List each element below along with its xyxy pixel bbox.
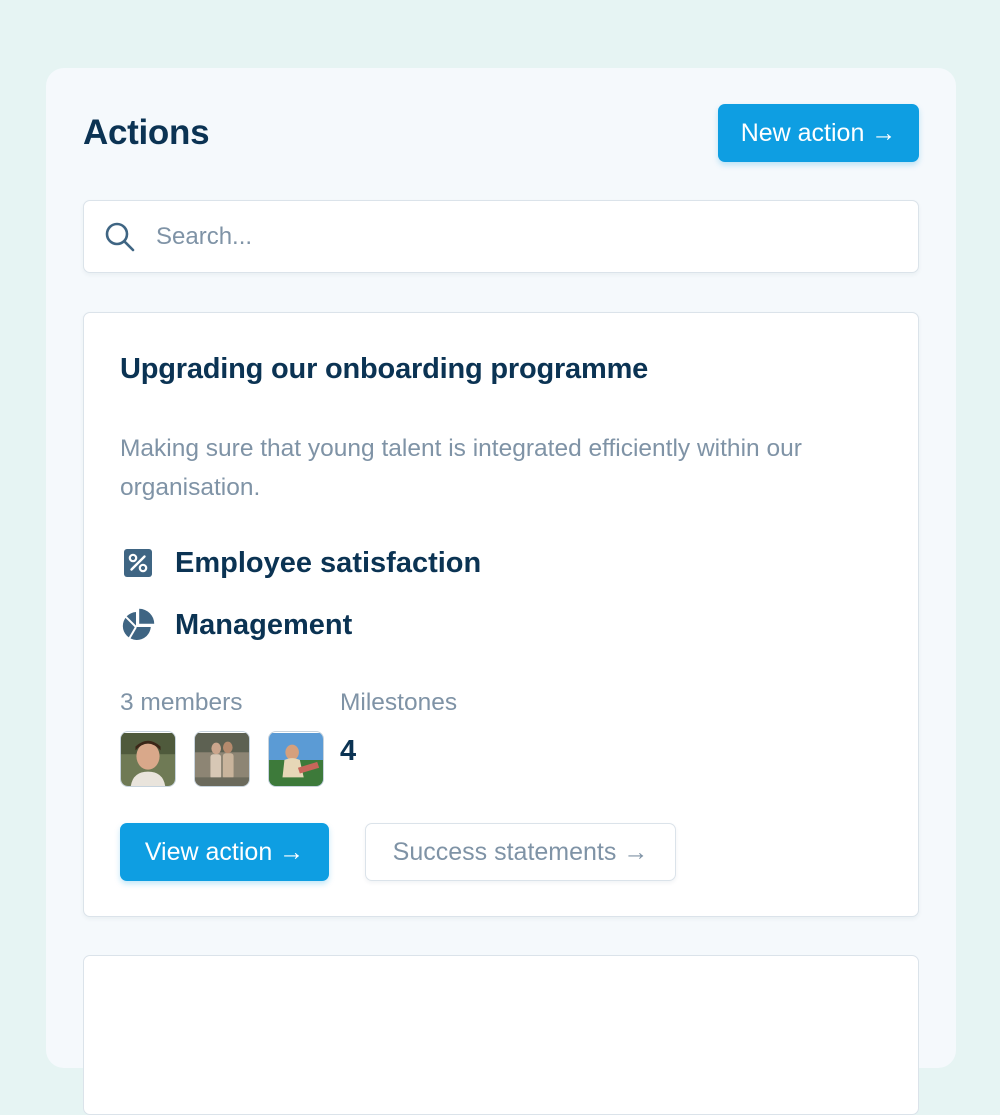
member-avatar[interactable] [268, 731, 324, 787]
panel-header: Actions New action → [83, 104, 919, 162]
milestones-count: 4 [340, 735, 357, 767]
action-card-next [83, 955, 919, 1115]
tag-management: Management [120, 607, 352, 643]
member-avatar[interactable] [120, 731, 176, 787]
view-action-button[interactable]: View action → [120, 823, 329, 881]
action-card: Upgrading our onboarding programme Makin… [83, 312, 919, 917]
search-input[interactable] [156, 216, 876, 257]
milestones-label: Milestones [340, 689, 458, 716]
success-statements-button[interactable]: Success statements → [365, 823, 676, 881]
search-icon [104, 221, 136, 253]
pie-chart-icon [120, 607, 156, 643]
member-avatar[interactable] [194, 731, 250, 787]
actions-panel: Actions New action → Upgrading our onboa… [46, 68, 956, 1115]
new-action-button[interactable]: New action → [718, 104, 919, 162]
tag-label: Management [175, 608, 353, 641]
page-title: Actions [83, 113, 210, 152]
tag-employee-satisfaction: Employee satisfaction [120, 545, 481, 581]
member-avatars [120, 731, 342, 787]
percent-square-icon [120, 545, 156, 581]
members-label: 3 members [120, 689, 243, 716]
action-description: Making sure that young talent is integra… [120, 435, 802, 501]
tag-label: Employee satisfaction [175, 546, 482, 579]
search-bar[interactable] [83, 200, 919, 273]
action-title: Upgrading our onboarding programme [120, 353, 649, 385]
